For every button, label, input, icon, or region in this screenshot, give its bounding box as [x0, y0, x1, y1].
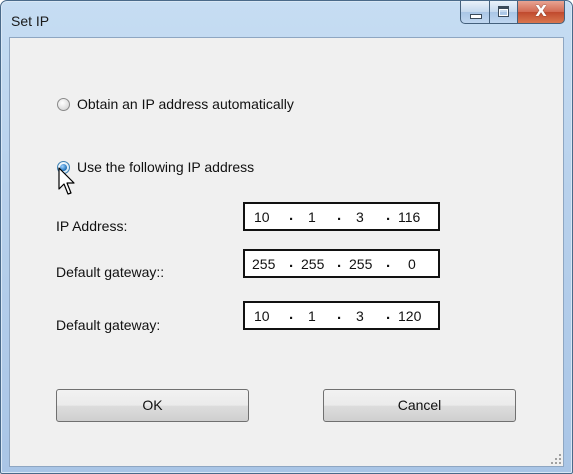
octet-separator: .	[289, 207, 294, 224]
default-gateway-field[interactable]: 10 . 1 . 3 . 120	[243, 301, 440, 330]
octet-2[interactable]: 1	[308, 308, 316, 324]
radio-manual-label[interactable]: Use the following IP address	[77, 159, 254, 175]
dialog-window: Set IP X Obtain an IP address automatica…	[0, 0, 573, 474]
radio-auto-label[interactable]: Obtain an IP address automatically	[77, 96, 294, 112]
ip-address-label: IP Address:	[56, 218, 128, 234]
octet-4[interactable]: 120	[398, 308, 421, 324]
octet-separator: .	[386, 306, 391, 323]
octet-3[interactable]: 3	[356, 209, 364, 225]
octet-1[interactable]: 255	[252, 256, 275, 272]
octet-separator: .	[289, 254, 294, 271]
close-button[interactable]: X	[518, 1, 565, 24]
resize-grip-icon[interactable]	[551, 454, 561, 464]
cancel-button[interactable]: Cancel	[323, 389, 516, 422]
octet-separator: .	[386, 254, 391, 271]
maximize-icon	[498, 6, 509, 17]
window-title: Set IP	[11, 13, 50, 29]
octet-4[interactable]: 116	[398, 209, 420, 225]
octet-2[interactable]: 1	[308, 209, 316, 225]
radio-manual-ip[interactable]: Use the following IP address	[57, 159, 254, 175]
radio-auto-ip[interactable]: Obtain an IP address automatically	[57, 96, 294, 112]
octet-separator: .	[337, 207, 342, 224]
ok-button[interactable]: OK	[56, 389, 249, 422]
octet-separator: .	[337, 306, 342, 323]
octet-2[interactable]: 255	[301, 256, 324, 272]
maximize-button[interactable]	[490, 1, 518, 24]
mouse-cursor-icon	[58, 167, 75, 195]
subnet-mask-field[interactable]: 255 . 255 . 255 . 0	[243, 249, 440, 278]
octet-3[interactable]: 3	[356, 308, 364, 324]
subnet-mask-label: Default gateway::	[56, 264, 165, 280]
radio-button-auto[interactable]	[57, 97, 70, 111]
client-area: Obtain an IP address automatically Use t…	[9, 37, 564, 467]
minimize-icon	[470, 14, 482, 19]
octet-4[interactable]: 0	[408, 256, 416, 272]
title-bar[interactable]: Set IP X	[1, 1, 572, 37]
octet-separator: .	[337, 254, 342, 271]
octet-3[interactable]: 255	[349, 256, 372, 272]
default-gateway-label: Default gateway:	[56, 317, 161, 333]
ip-address-field[interactable]: 10 . 1 . 3 . 116	[243, 202, 440, 231]
close-icon: X	[535, 2, 547, 20]
octet-separator: .	[289, 306, 294, 323]
caption-buttons: X	[460, 1, 565, 24]
octet-1[interactable]: 10	[254, 308, 270, 324]
minimize-button[interactable]	[460, 1, 490, 24]
octet-1[interactable]: 10	[254, 209, 270, 225]
octet-separator: .	[386, 207, 391, 224]
